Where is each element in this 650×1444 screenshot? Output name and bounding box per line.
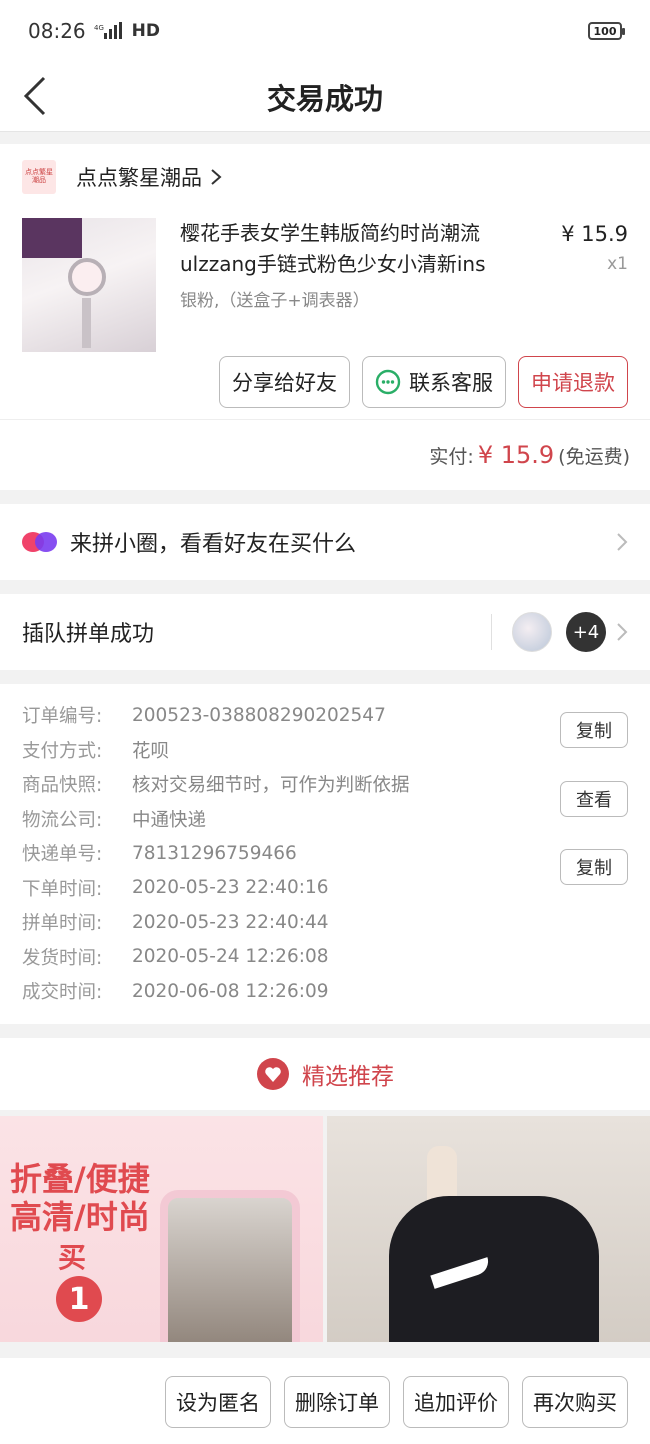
order-actions: 分享给好友 联系客服 申请退款 bbox=[0, 356, 650, 420]
product-price: ¥ 15.9 bbox=[561, 222, 628, 246]
paid-currency: ¥ bbox=[477, 441, 494, 469]
info-row-courier: 物流公司: 中通快递 bbox=[22, 802, 628, 837]
info-row-group-time: 拼单时间: 2020-05-23 22:40:44 bbox=[22, 905, 628, 940]
chevron-right-icon bbox=[211, 169, 222, 185]
recommend-title: 精选推荐 bbox=[302, 1064, 394, 1090]
order-card: 点点繁星潮品 点点繁星潮品 樱花手表女学生韩版简约时尚潮流 ulzzang手链式… bbox=[0, 144, 650, 490]
info-row-order-number: 订单编号: 200523-038808290202547 bbox=[22, 698, 628, 733]
copy-order-number-button[interactable]: 复制 bbox=[560, 712, 628, 748]
shop-name[interactable]: 点点繁星潮品 bbox=[76, 162, 202, 192]
mirror-image bbox=[160, 1190, 300, 1342]
add-review-button[interactable]: 追加评价 bbox=[403, 1376, 509, 1428]
contact-service-label: 联系客服 bbox=[409, 371, 493, 395]
paid-amount: ¥ 15.9 bbox=[478, 441, 554, 469]
order-time: 2020-05-23 22:40:16 bbox=[132, 877, 329, 899]
group-buy-status: 插队拼单成功 bbox=[22, 622, 155, 647]
tracking-number: 78131296759466 bbox=[132, 842, 297, 864]
info-label: 拼单时间: bbox=[22, 913, 103, 935]
info-label: 成交时间: bbox=[22, 982, 103, 1004]
product-quantity: x1 bbox=[607, 254, 628, 274]
circle-logo-icon bbox=[22, 530, 58, 554]
group-time: 2020-05-23 22:40:44 bbox=[132, 911, 329, 933]
signal-icon: 4G bbox=[94, 22, 122, 39]
product-title[interactable]: 樱花手表女学生韩版简约时尚潮流 ulzzang手链式粉色少女小清新ins bbox=[180, 218, 520, 280]
info-row-order-time: 下单时间: 2020-05-23 22:40:16 bbox=[22, 871, 628, 906]
order-info: 订单编号: 200523-038808290202547 支付方式: 花呗 商品… bbox=[0, 684, 650, 1024]
contact-service-button[interactable]: 联系客服 bbox=[362, 356, 506, 408]
friend-circle-row[interactable]: 来拼小圈，看看好友在买什么 bbox=[0, 504, 650, 580]
info-row-snapshot: 商品快照: 核对交易细节时，可作为判断依据 bbox=[22, 767, 628, 802]
divider bbox=[491, 614, 492, 650]
shop-logo: 点点繁星潮品 bbox=[22, 160, 56, 194]
view-snapshot-button[interactable]: 查看 bbox=[560, 781, 628, 817]
shipping-note: (免运费) bbox=[558, 445, 630, 468]
back-arrow-icon[interactable] bbox=[20, 74, 60, 118]
product-row[interactable]: 樱花手表女学生韩版简约时尚潮流 ulzzang手链式粉色少女小清新ins 银粉,… bbox=[0, 210, 650, 356]
info-label: 支付方式: bbox=[22, 740, 103, 762]
info-label: 商品快照: bbox=[22, 775, 103, 797]
info-row-tracking: 快递单号: 78131296759466 bbox=[22, 836, 628, 871]
info-label: 发货时间: bbox=[22, 947, 103, 969]
payment-summary: 实付: ¥ 15.9 (免运费) bbox=[0, 420, 650, 490]
recommend-item-mirror[interactable]: 折叠/便捷 高清/时尚 买 1 bbox=[0, 1116, 323, 1342]
snapshot-note: 核对交易细节时，可作为判断依据 bbox=[132, 775, 410, 797]
group-buy-row[interactable]: 插队拼单成功 +4 bbox=[0, 594, 650, 670]
product-image[interactable] bbox=[22, 218, 156, 352]
product-spec: 银粉,（送盒子+调表器） bbox=[180, 291, 370, 311]
set-anonymous-button[interactable]: 设为匿名 bbox=[165, 1376, 271, 1428]
recommend-grid: 折叠/便捷 高清/时尚 买 1 bbox=[0, 1116, 650, 1342]
info-row-deal-time: 成交时间: 2020-06-08 12:26:09 bbox=[22, 974, 628, 1009]
bottom-action-bar: 设为匿名 删除订单 追加评价 再次购买 bbox=[0, 1358, 650, 1444]
page-title: 交易成功 bbox=[266, 81, 383, 116]
recommend-header: 精选推荐 bbox=[0, 1038, 650, 1110]
delete-order-button[interactable]: 删除订单 bbox=[284, 1376, 390, 1428]
deal-time: 2020-06-08 12:26:09 bbox=[132, 980, 329, 1002]
info-label: 下单时间: bbox=[22, 878, 103, 900]
info-row-payment-method: 支付方式: 花呗 bbox=[22, 733, 628, 768]
product-info: 樱花手表女学生韩版简约时尚潮流 ulzzang手链式粉色少女小清新ins 银粉,… bbox=[156, 218, 552, 356]
friend-circle-text: 来拼小圈，看看好友在买什么 bbox=[70, 532, 357, 557]
copy-tracking-button[interactable]: 复制 bbox=[560, 849, 628, 885]
heart-badge-icon bbox=[257, 1058, 289, 1090]
product-price-block: ¥ 15.9 x1 bbox=[552, 218, 628, 356]
promo-text: 买 bbox=[58, 1241, 87, 1274]
paid-value: 15.9 bbox=[500, 441, 555, 469]
nav-bar: 交易成功 bbox=[0, 62, 650, 132]
chevron-right-icon bbox=[617, 623, 628, 641]
info-label: 物流公司: bbox=[22, 809, 103, 831]
product-title-line1: 樱花手表女学生韩版简约时尚潮流 bbox=[180, 221, 480, 245]
chevron-right-icon bbox=[617, 533, 628, 551]
order-number: 200523-038808290202547 bbox=[132, 704, 386, 726]
status-time: 08:26 bbox=[28, 19, 86, 43]
payment-method: 花呗 bbox=[132, 740, 170, 762]
jacket-image bbox=[389, 1196, 599, 1342]
shop-row[interactable]: 点点繁星潮品 点点繁星潮品 bbox=[0, 144, 650, 210]
avatar[interactable] bbox=[512, 612, 552, 652]
info-row-ship-time: 发货时间: 2020-05-24 12:26:08 bbox=[22, 940, 628, 975]
svg-text:4G: 4G bbox=[94, 24, 104, 32]
recommend-item-jacket[interactable] bbox=[327, 1116, 650, 1342]
promo-badge: 1 bbox=[56, 1276, 102, 1322]
battery-icon: 100 bbox=[588, 22, 625, 40]
share-button[interactable]: 分享给好友 bbox=[219, 356, 350, 408]
promo-text: 高清/时尚 bbox=[10, 1198, 150, 1236]
status-time-group: 08:26 4G HD bbox=[28, 19, 160, 43]
chat-icon bbox=[375, 369, 401, 395]
info-label: 订单编号: bbox=[22, 706, 103, 728]
product-title-line2: ulzzang手链式粉色少女小清新ins bbox=[180, 252, 486, 276]
buy-again-button[interactable]: 再次购买 bbox=[522, 1376, 628, 1428]
refund-button[interactable]: 申请退款 bbox=[518, 356, 628, 408]
courier-name: 中通快递 bbox=[132, 809, 207, 831]
info-label: 快递单号: bbox=[22, 844, 103, 866]
more-members-badge[interactable]: +4 bbox=[566, 612, 606, 652]
ship-time: 2020-05-24 12:26:08 bbox=[132, 946, 329, 968]
network-label: HD bbox=[131, 21, 160, 41]
status-bar: 08:26 4G HD 100 bbox=[0, 0, 650, 62]
paid-label: 实付: bbox=[429, 445, 474, 468]
